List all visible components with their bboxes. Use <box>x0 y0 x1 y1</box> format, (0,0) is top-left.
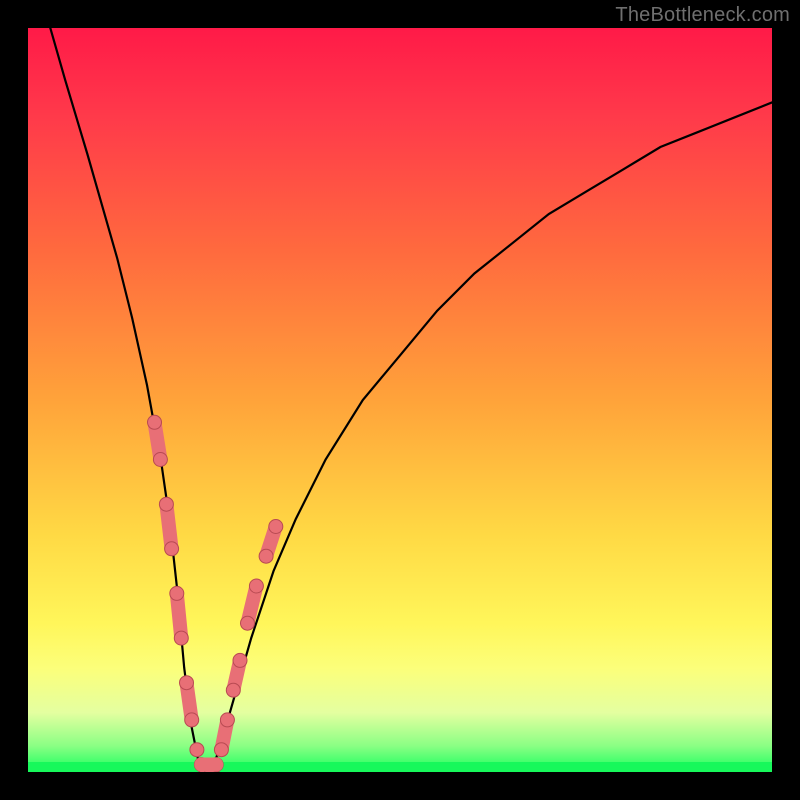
bottleneck-curve <box>50 28 772 772</box>
plot-area <box>28 28 772 772</box>
curve-markers <box>148 415 283 772</box>
chart-frame: TheBottleneck.com <box>0 0 800 800</box>
watermark-text: TheBottleneck.com <box>615 4 790 27</box>
curve-svg <box>28 28 772 772</box>
